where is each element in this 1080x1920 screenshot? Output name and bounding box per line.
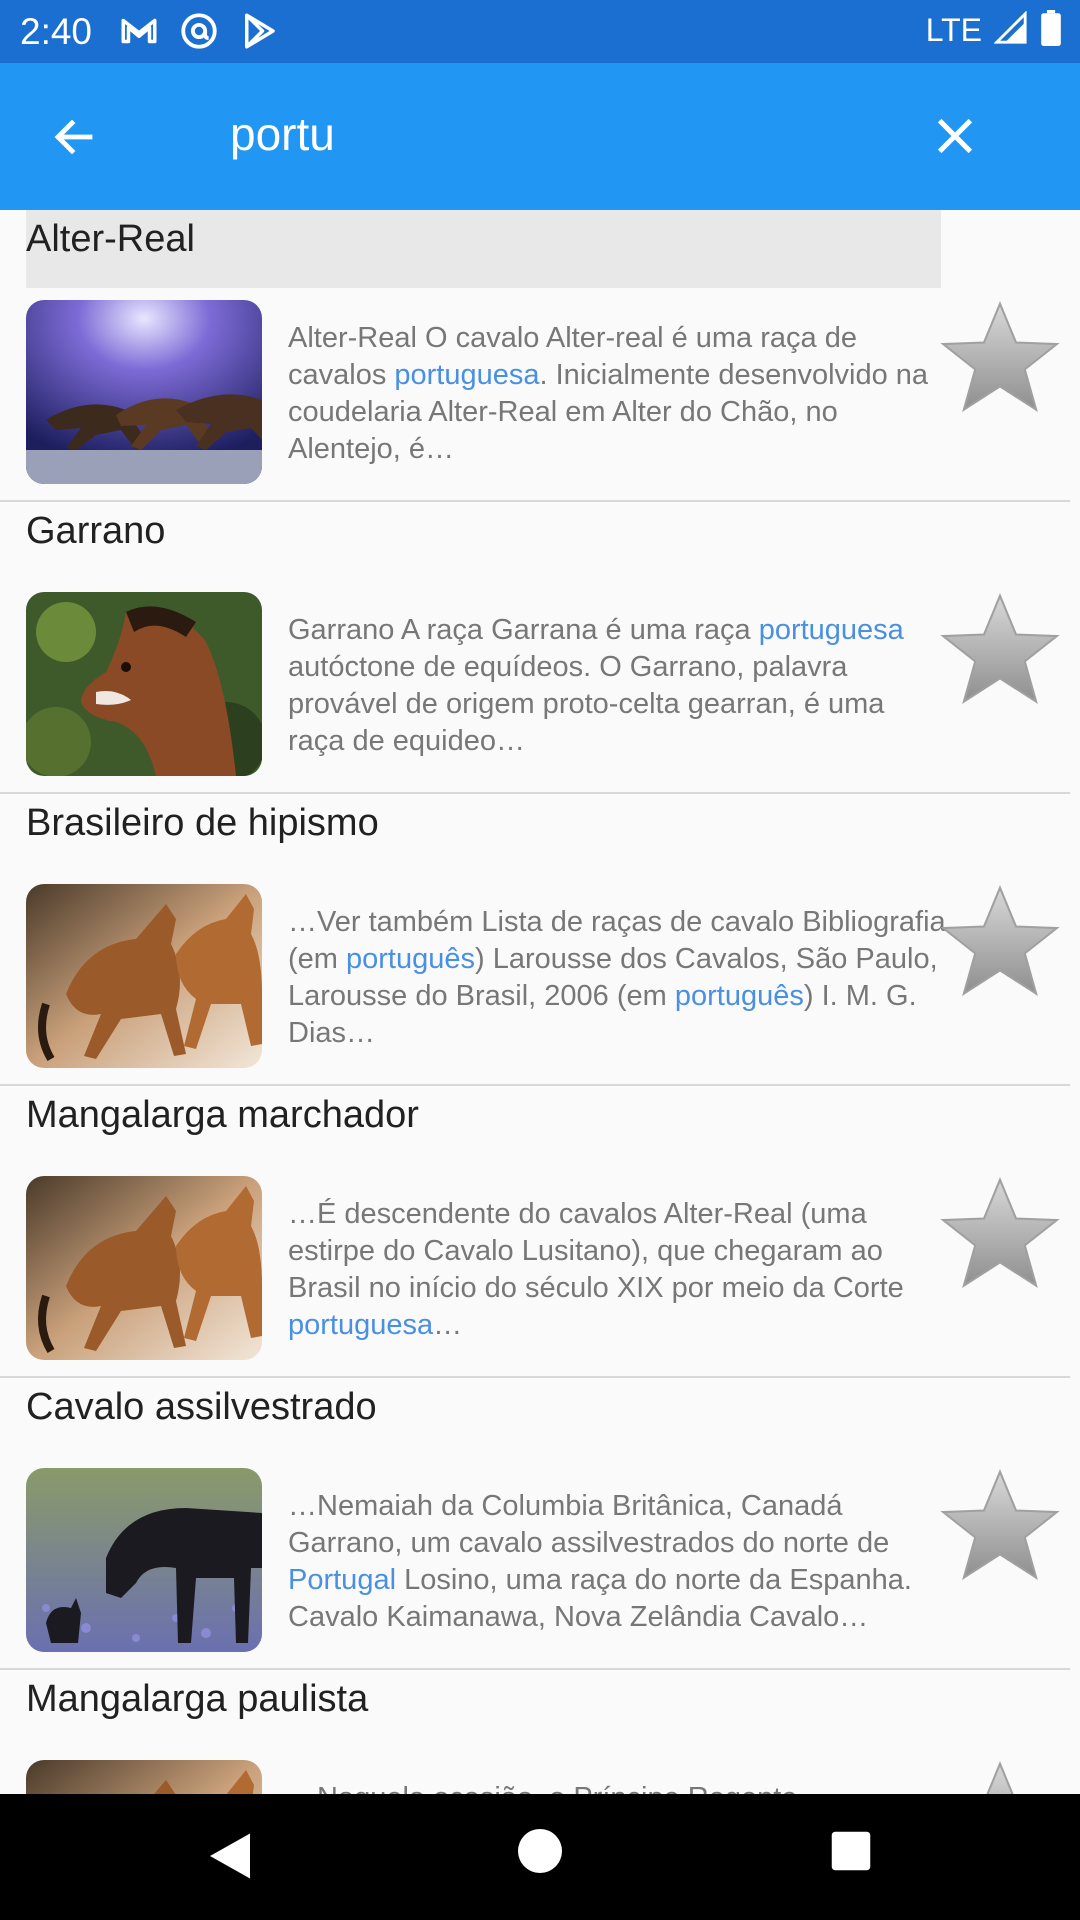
star-icon xyxy=(940,1469,1060,1581)
snippet-text: Garrano A raça Garrana é uma raça xyxy=(288,614,759,646)
list-item[interactable]: Mangalarga marchador …É descendente do c… xyxy=(0,1086,1080,1378)
network-type: LTE xyxy=(925,12,982,48)
favorite-star-button[interactable] xyxy=(938,1756,1062,1794)
search-input[interactable]: portu xyxy=(230,107,335,161)
result-title: Mangalarga paulista xyxy=(26,1678,369,1720)
snippet-text: …É descendente do cavalos Alter-Real (um… xyxy=(288,1198,904,1304)
favorite-star-button[interactable] xyxy=(938,588,1062,712)
result-snippet: Alter-Real O cavalo Alter-real é uma raç… xyxy=(288,320,948,468)
list-item[interactable]: Cavalo assilvestrado …Nemaiah da Columbi… xyxy=(0,1378,1080,1670)
results-list[interactable]: Alter-Real Alter-Real O cavalo Alter-rea… xyxy=(0,210,1080,1794)
horses-running-icon xyxy=(26,884,262,1068)
star-icon xyxy=(986,1761,1014,1794)
result-title: Cavalo assilvestrado xyxy=(26,1386,377,1428)
star-icon xyxy=(940,593,1060,705)
snippet-text: autóctone de equídeos. O Garrano, palavr… xyxy=(288,651,885,757)
favorite-star-button[interactable] xyxy=(938,1172,1062,1296)
list-item[interactable]: Mangalarga paulista …Naquela ocasião, o … xyxy=(0,1670,1080,1794)
result-snippet: …Nemaiah da Columbia Britânica, Canadá G… xyxy=(288,1488,948,1636)
result-snippet: …Ver também Lista de raças de cavalo Bib… xyxy=(288,904,948,1052)
nav-recents-button[interactable] xyxy=(830,1830,872,1872)
play-store-icon xyxy=(238,10,280,57)
back-button[interactable] xyxy=(40,103,108,171)
arrow-left-icon xyxy=(54,119,93,155)
search-match-highlight: português xyxy=(674,980,804,1012)
search-match-highlight: português xyxy=(346,943,475,975)
result-title: Alter-Real xyxy=(26,218,195,260)
signal-icon xyxy=(993,10,1028,50)
snippet-text: … xyxy=(433,1309,463,1341)
system-nav-bar xyxy=(0,1794,1080,1920)
result-title: Mangalarga marchador xyxy=(26,1094,419,1136)
favorite-star-button[interactable] xyxy=(938,880,1062,1004)
snippet-text: …Nemaiah da Columbia Britânica, Canadá G… xyxy=(288,1490,890,1559)
result-title: Garrano xyxy=(26,510,166,552)
list-item[interactable]: Garrano Garrano A raça Garrana é uma raç… xyxy=(0,502,1080,794)
horses-running-icon xyxy=(26,1176,262,1360)
list-item[interactable]: Alter-Real Alter-Real O cavalo Alter-rea… xyxy=(0,210,1080,502)
nav-back-button[interactable] xyxy=(200,1826,260,1886)
search-match-highlight: portuguesa xyxy=(758,614,904,646)
at-sign-icon xyxy=(178,10,220,57)
result-snippet: …É descendente do cavalos Alter-Real (um… xyxy=(288,1196,948,1344)
circle-home-icon xyxy=(518,1829,562,1873)
favorite-star-button[interactable] xyxy=(938,1464,1062,1588)
status-time: 2:40 xyxy=(20,11,93,52)
horses-running-icon xyxy=(26,1760,262,1794)
battery-icon xyxy=(1040,10,1062,51)
search-match-highlight: Portugal xyxy=(288,1564,397,1596)
list-item[interactable]: Brasileiro de hipismo …Ver também Lista … xyxy=(0,794,1080,1086)
square-recents-icon xyxy=(831,1831,871,1871)
status-bar: 2:40 LTE xyxy=(0,0,1080,63)
horse-head-icon xyxy=(26,592,262,776)
triangle-back-icon xyxy=(210,1833,250,1879)
star-icon xyxy=(940,885,1060,997)
close-icon xyxy=(937,118,973,154)
result-title: Brasileiro de hipismo xyxy=(26,802,379,844)
result-snippet: Garrano A raça Garrana é uma raça portug… xyxy=(288,612,948,760)
result-snippet: …Naquela ocasião, o Príncipe Regente xyxy=(288,1780,948,1794)
star-icon xyxy=(940,1177,1060,1289)
search-app-bar: portu xyxy=(0,63,1080,210)
nav-home-button[interactable] xyxy=(518,1829,562,1873)
snippet-text: …Naquela ocasião, o Príncipe Regente xyxy=(288,1782,797,1794)
gmail-icon xyxy=(118,10,160,57)
search-match-highlight: portuguesa xyxy=(288,1309,434,1341)
horses-running-sky-icon xyxy=(26,300,262,484)
search-match-highlight: portuguesa xyxy=(394,359,540,391)
clear-search-button[interactable] xyxy=(920,101,990,171)
star-icon xyxy=(940,301,1060,413)
horses-grazing-icon xyxy=(26,1468,262,1652)
favorite-star-button[interactable] xyxy=(938,296,1062,420)
